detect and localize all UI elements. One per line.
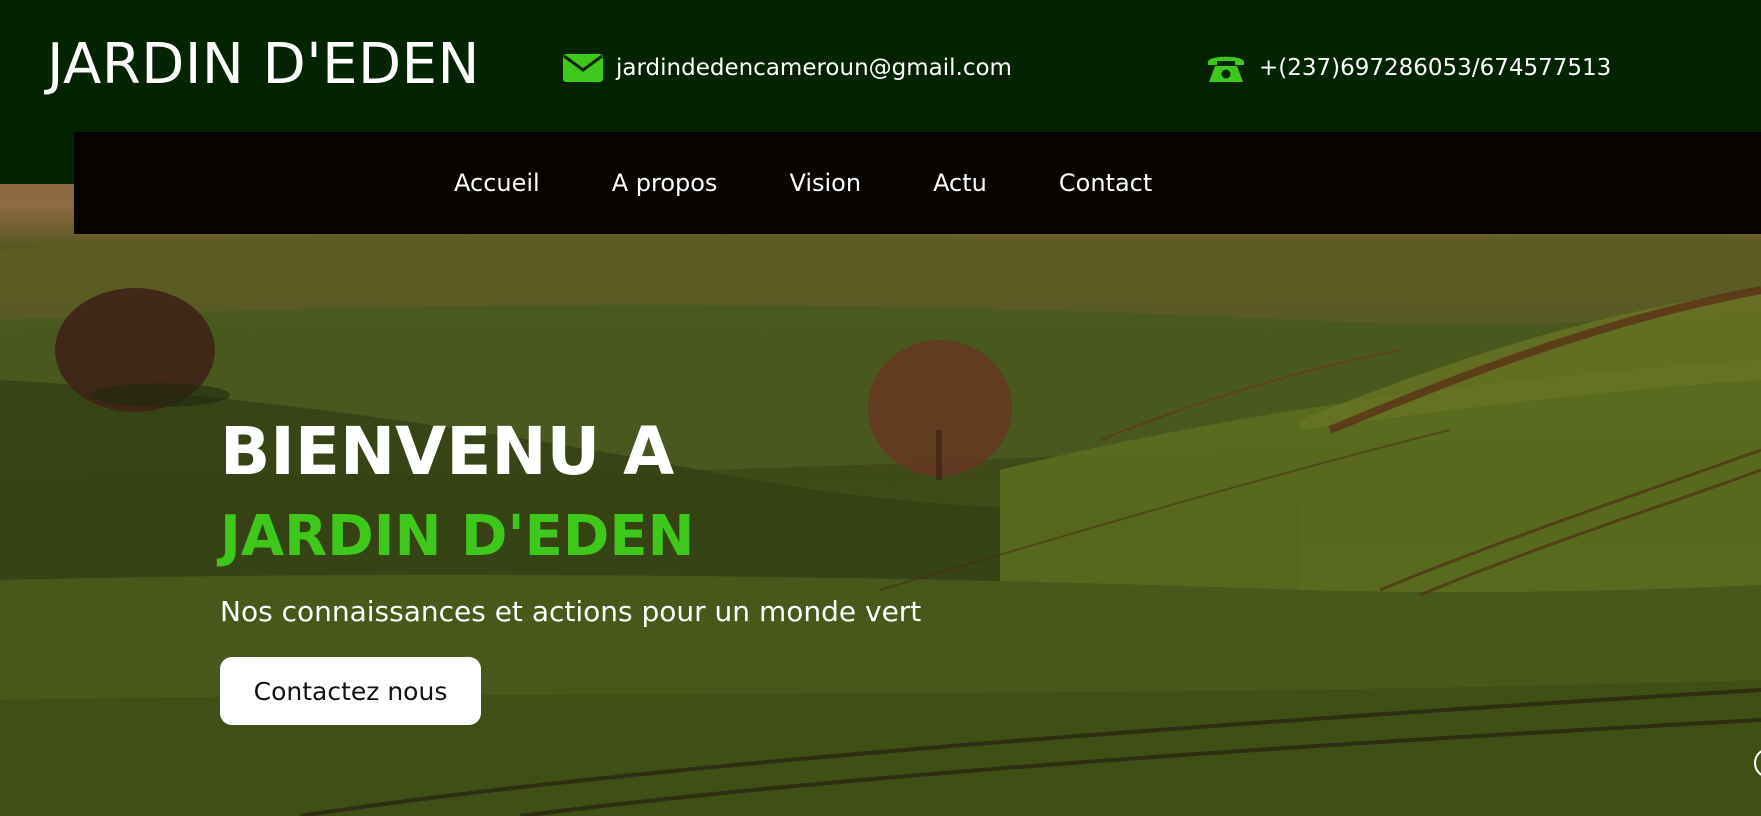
contact-us-button[interactable]: Contactez nous [220, 657, 481, 725]
hero-title-line1: BIENVENU A [220, 413, 675, 490]
nav-item-vision[interactable]: Vision [789, 169, 861, 197]
nav-item-actu[interactable]: Actu [933, 169, 987, 197]
hero-subtitle: Nos connaissances et actions pour un mon… [220, 595, 922, 628]
nav-item-contact[interactable]: Contact [1059, 169, 1152, 197]
contact-phone-text: +(237)697286053/674577513 [1259, 55, 1612, 81]
contact-email-text: jardindedencameroun@gmail.com [616, 55, 1012, 81]
contact-email[interactable]: jardindedencameroun@gmail.com [562, 52, 1012, 84]
contact-phone[interactable]: +(237)697286053/674577513 [1205, 52, 1611, 84]
page: JARDIN D'EDEN jardindedencameroun@gmail.… [0, 0, 1761, 816]
nav-item-accueil[interactable]: Accueil [454, 169, 540, 197]
site-brand[interactable]: JARDIN D'EDEN [47, 30, 480, 100]
envelope-icon [562, 52, 604, 84]
nav-item-a-propos[interactable]: A propos [612, 169, 718, 197]
nav-links: Accueil A propos Vision Actu Contact [454, 132, 1224, 234]
phone-icon [1205, 52, 1247, 84]
hero-title-line2: JARDIN D'EDEN [220, 504, 695, 569]
main-navbar: Accueil A propos Vision Actu Contact [74, 132, 1761, 234]
